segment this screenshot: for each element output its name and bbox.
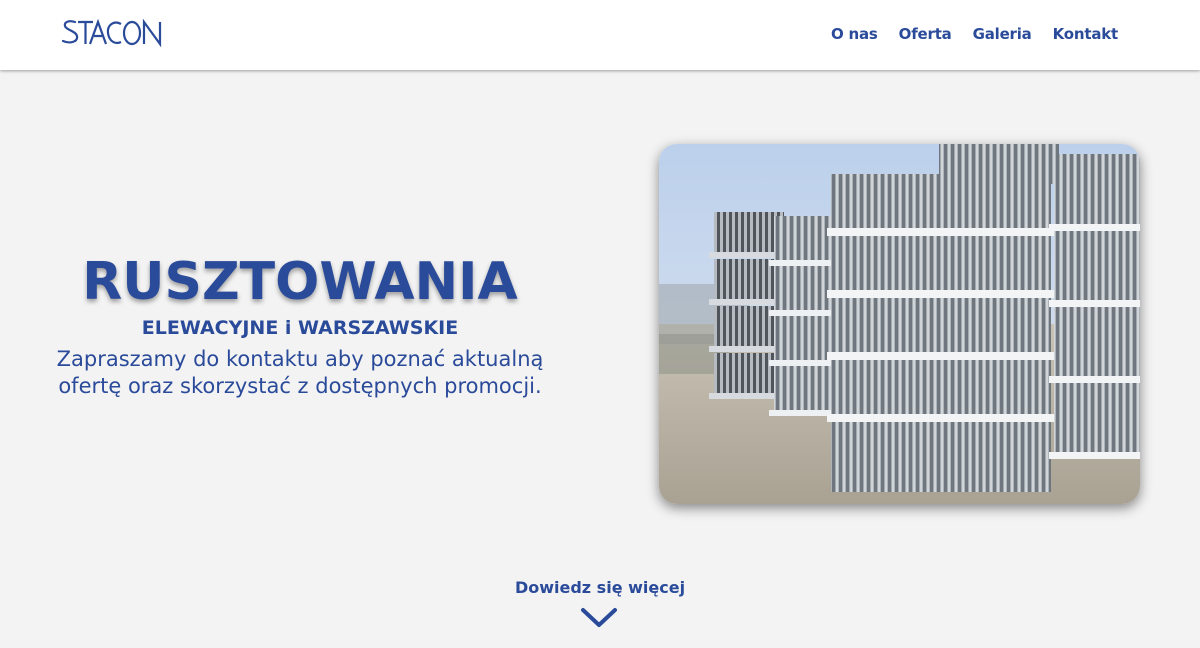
stacon-logo[interactable] [62, 16, 166, 50]
nav-link-o-nas[interactable]: O nas [831, 25, 878, 43]
site-header: O nas Oferta Galeria Kontakt [0, 0, 1200, 70]
learn-more-section: Dowiedz się więcej [0, 578, 1200, 597]
learn-more-link[interactable]: Dowiedz się więcej [515, 578, 685, 597]
hero-description-line2: ofertę oraz skorzystać z dostępnych prom… [58, 374, 542, 398]
hero-description: Zapraszamy do kontaktu aby poznać aktual… [0, 346, 600, 400]
hero-subtitle: ELEWACYJNE i WARSZAWSKIE [141, 317, 459, 339]
nav-link-galeria[interactable]: Galeria [973, 25, 1032, 43]
nav-link-oferta[interactable]: Oferta [899, 25, 952, 43]
main-nav: O nas Oferta Galeria Kontakt [831, 25, 1118, 43]
chevron-down-icon[interactable] [580, 606, 618, 630]
hero-title: RUSZTOWANIA [82, 252, 518, 312]
hero-description-line1: Zapraszamy do kontaktu aby poznać aktual… [56, 347, 544, 371]
hero-text: RUSZTOWANIA ELEWACYJNE i WARSZAWSKIE Zap… [0, 250, 600, 400]
nav-link-kontakt[interactable]: Kontakt [1053, 25, 1119, 43]
scaffolding-photo [659, 144, 1140, 504]
